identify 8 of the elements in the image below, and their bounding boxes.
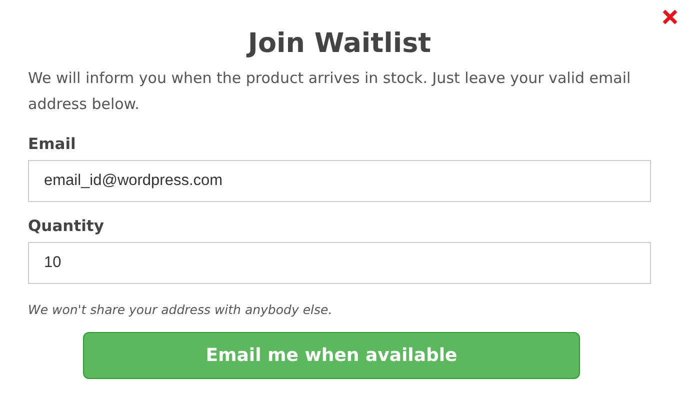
- dialog-title: Join Waitlist: [245, 28, 432, 59]
- field-label: Email: [28, 135, 77, 153]
- info-message: We will inform you when the product arrives in stock. Just leave your valid email address below.: [28, 68, 632, 115]
- input-field[interactable]: 10: [28, 242, 651, 284]
- close-icon[interactable]: [662, 9, 678, 25]
- field-label: Quantity: [28, 217, 105, 235]
- privacy-note: We won't share your address with anybody else.: [28, 302, 334, 317]
- input-field[interactable]: email_id@wordpress.com: [28, 160, 651, 202]
